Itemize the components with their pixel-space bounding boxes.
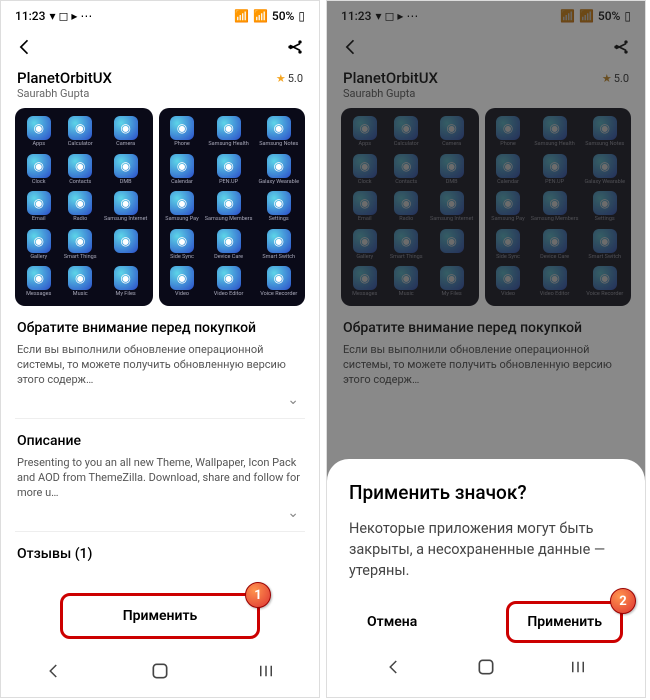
phone-right: 11:23 ▾ ◻ ▸ ⋯ 📶 📶 50% ▯ PlanetOrbitUX ★5…	[326, 0, 646, 698]
battery-text: 50%	[272, 9, 294, 23]
nav-back-icon[interactable]	[45, 662, 63, 684]
confirm-button[interactable]: Применить 2	[506, 601, 623, 643]
app-icon: ◉Gallery	[21, 229, 56, 261]
app-icon: ◉Camera	[104, 116, 147, 148]
status-time: 11:23	[15, 9, 45, 23]
star-icon: ★	[276, 72, 286, 85]
app-icon: ◉DMB	[104, 154, 147, 186]
app-icon: ◉Calendar	[165, 154, 198, 186]
app-icon: ◉Samsung Notes	[258, 116, 299, 148]
nav-home-icon[interactable]	[476, 657, 496, 681]
app-icon: ◉My Files	[104, 266, 147, 298]
app-icon: ◉	[104, 229, 147, 261]
app-icon: ◉Contacts	[62, 154, 98, 186]
app-icon: ◉Samsung Members	[205, 191, 253, 223]
preview-1[interactable]: ◉Apps◉Calculator◉Camera ◉Clock◉Contacts◉D…	[15, 108, 153, 306]
app-icon: ◉Device Care	[205, 229, 253, 261]
app-icon: ◉Phone	[165, 116, 198, 148]
app-title: PlanetOrbitUX	[17, 69, 112, 87]
app-icon: ◉Email	[21, 191, 56, 223]
nav-home-icon[interactable]	[150, 661, 170, 685]
app-icon: ◉Smart Things	[62, 229, 98, 261]
desc-text: Presenting to you an all new Theme, Wall…	[1, 455, 319, 501]
app-icon: ◉Galaxy Wearable	[258, 154, 299, 186]
rating: ★5.0	[276, 72, 303, 85]
apply-button[interactable]: Применить 1	[60, 593, 260, 639]
chevron-down-icon[interactable]: ⌄	[1, 501, 319, 525]
reviews-title: Отзывы (1)	[1, 538, 319, 568]
nav-back-icon[interactable]	[385, 658, 403, 680]
nav-bar	[349, 643, 623, 683]
app-icon: ◉Video	[165, 266, 198, 298]
desc-title: Описание	[1, 425, 319, 455]
back-icon[interactable]	[15, 37, 35, 57]
app-icon: ◉Samsung Health	[205, 116, 253, 148]
dialog-body: Некоторые приложения могут быть закрыты,…	[349, 518, 623, 581]
app-icon: ◉Side Sync	[165, 229, 198, 261]
preview-2[interactable]: ◉Phone◉Samsung Health◉Samsung Notes ◉Cale…	[159, 108, 305, 306]
divider	[15, 418, 305, 419]
app-icon: ◉Video Editor	[205, 266, 253, 298]
battery-icon: ▯	[298, 9, 305, 23]
app-icon: ◉Smart Switch	[258, 229, 299, 261]
app-icon: ◉Calculator	[62, 116, 98, 148]
cancel-button[interactable]: Отмена	[349, 604, 435, 640]
dialog-title: Применить значок?	[349, 481, 623, 504]
share-icon[interactable]	[285, 37, 305, 57]
header	[1, 27, 319, 63]
signal-icon: 📶	[234, 9, 249, 23]
divider	[15, 531, 305, 532]
app-icon: ◉Messages	[21, 266, 56, 298]
app-icon: ◉Clock	[21, 154, 56, 186]
app-icon: ◉Voice Recorder	[258, 266, 299, 298]
app-icon: ◉Samsung Pay	[165, 191, 198, 223]
nav-recents-icon[interactable]	[257, 662, 275, 684]
author: Saurabh Gupta	[1, 87, 319, 108]
app-icon: ◉Music	[62, 266, 98, 298]
confirm-dialog: Применить значок? Некоторые приложения м…	[327, 459, 645, 697]
nav-bar	[1, 651, 319, 697]
title-row: PlanetOrbitUX ★5.0	[1, 63, 319, 87]
status-icons-left: ▾ ◻ ▸ ⋯	[49, 9, 92, 23]
app-icon: ◉PEN.UP	[205, 154, 253, 186]
badge-1: 1	[245, 582, 271, 608]
app-icon: ◉Radio	[62, 191, 98, 223]
chevron-down-icon[interactable]: ⌄	[1, 388, 319, 412]
app-icon: ◉Samsung Internet	[104, 191, 147, 223]
notice-text: Если вы выполнили обновление операционно…	[1, 342, 319, 388]
status-bar: 11:23 ▾ ◻ ▸ ⋯ 📶 📶 50% ▯	[1, 1, 319, 27]
app-icon: ◉Settings	[258, 191, 299, 223]
app-icon: ◉Apps	[21, 116, 56, 148]
previews: ◉Apps◉Calculator◉Camera◉Clock◉Contacts◉D…	[1, 108, 319, 306]
phone-left: 11:23 ▾ ◻ ▸ ⋯ 📶 📶 50% ▯ PlanetOrbitUX ★5…	[0, 0, 320, 698]
wifi-icon: 📶	[253, 9, 268, 23]
badge-2: 2	[610, 588, 636, 614]
nav-recents-icon[interactable]	[569, 658, 587, 680]
notice-title: Обратите внимание перед покупкой	[1, 306, 319, 342]
